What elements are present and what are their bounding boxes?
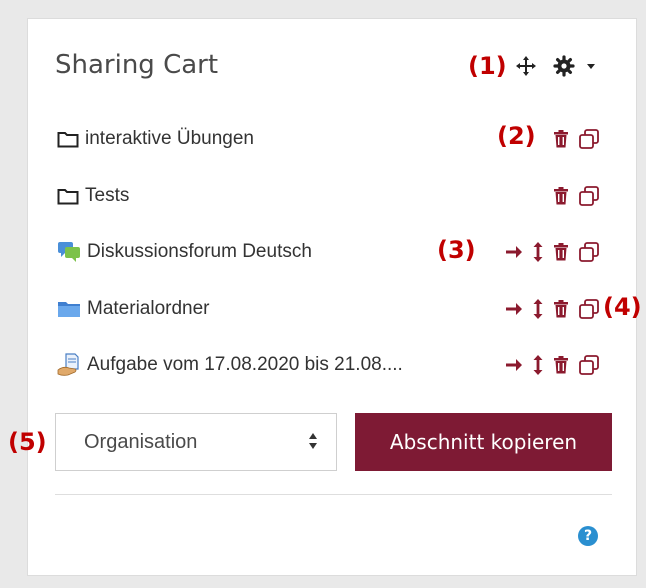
folder-blue-icon: [57, 299, 81, 319]
annotation-5: (5): [8, 428, 47, 456]
arrow-right-icon[interactable]: [505, 357, 523, 373]
select-updown-icon: [308, 432, 318, 455]
block-title: Sharing Cart: [55, 50, 219, 80]
folder-outline-icon: [57, 187, 79, 205]
item-label[interactable]: Diskussionsforum Deutsch: [87, 241, 312, 263]
copy-section-button[interactable]: Abschnitt kopieren: [355, 413, 612, 471]
copy-icon[interactable]: [579, 242, 599, 262]
item-label[interactable]: Materialordner: [87, 298, 210, 320]
trash-icon[interactable]: [553, 356, 569, 374]
trash-icon[interactable]: [553, 300, 569, 318]
annotation-2: (2): [497, 122, 536, 150]
section-select[interactable]: Organisation: [55, 413, 337, 471]
annotation-1: (1): [468, 52, 507, 80]
move-block-icon[interactable]: [515, 55, 537, 77]
list-item: Materialordner: [57, 294, 613, 324]
assignment-icon: [57, 353, 81, 377]
copy-icon[interactable]: [579, 129, 599, 149]
copy-icon[interactable]: [579, 355, 599, 375]
arrow-right-icon[interactable]: [505, 301, 523, 317]
copy-icon[interactable]: [579, 186, 599, 206]
annotation-3: (3): [437, 236, 476, 264]
help-icon[interactable]: ?: [578, 526, 598, 546]
folder-outline-icon: [57, 130, 79, 148]
move-updown-icon[interactable]: [533, 355, 543, 375]
item-label[interactable]: Aufgabe vom 17.08.2020 bis 21.08....: [87, 354, 403, 376]
trash-icon[interactable]: [553, 243, 569, 261]
annotation-4: (4): [603, 293, 642, 321]
header-tools: [515, 50, 597, 82]
move-updown-icon[interactable]: [533, 242, 543, 262]
item-label[interactable]: interaktive Übungen: [85, 128, 254, 150]
divider: [55, 494, 612, 495]
gear-icon[interactable]: [553, 55, 575, 77]
trash-icon[interactable]: [553, 130, 569, 148]
arrow-right-icon[interactable]: [505, 244, 523, 260]
item-label[interactable]: Tests: [85, 185, 129, 207]
chevron-down-icon[interactable]: [585, 61, 597, 71]
move-updown-icon[interactable]: [533, 299, 543, 319]
forum-icon: [57, 241, 81, 263]
copy-icon[interactable]: [579, 299, 599, 319]
trash-icon[interactable]: [553, 187, 569, 205]
list-item: Tests: [57, 181, 613, 211]
list-item: Aufgabe vom 17.08.2020 bis 21.08....: [57, 350, 613, 380]
list-item: Diskussionsforum Deutsch: [57, 237, 613, 267]
section-select-value: Organisation: [84, 430, 198, 453]
